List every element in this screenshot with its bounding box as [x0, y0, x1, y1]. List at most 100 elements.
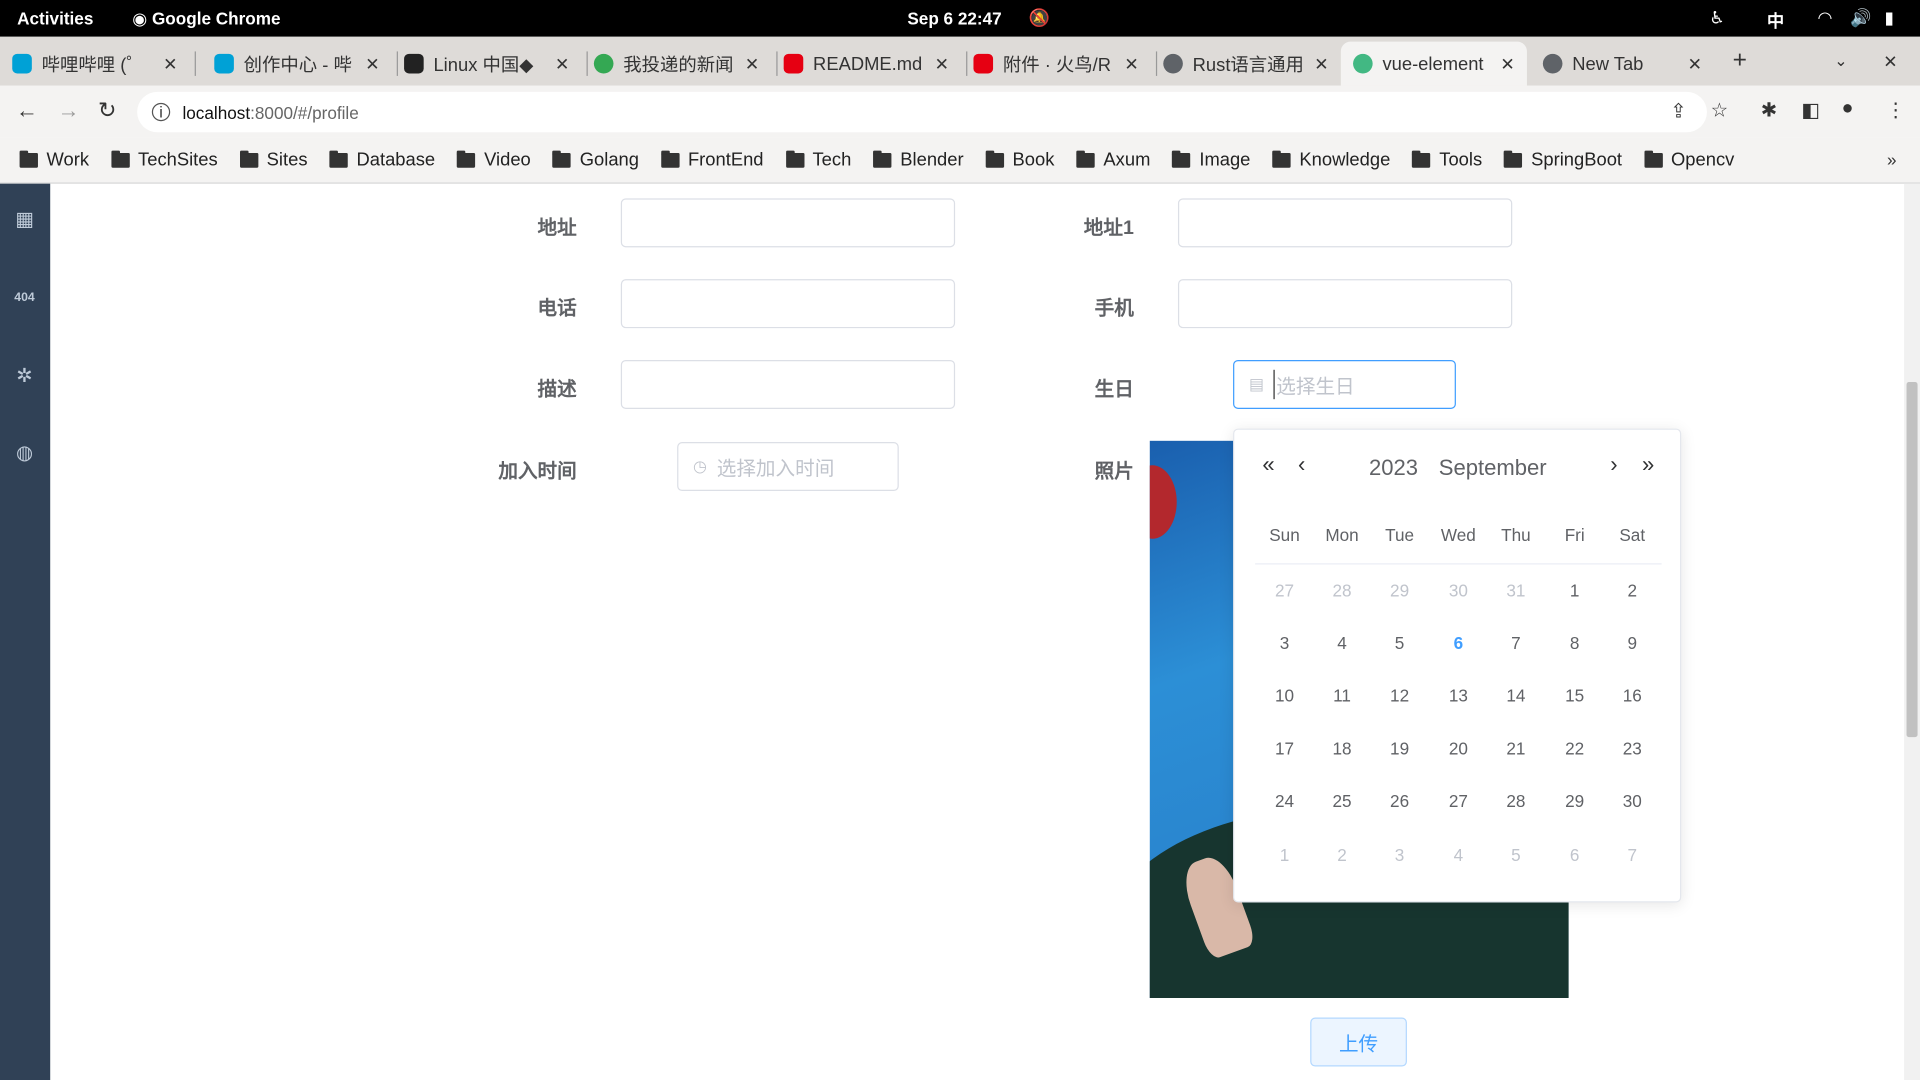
birthday-date-picker[interactable]: ▤ 选择生日 [1233, 360, 1456, 409]
calendar-day[interactable]: 31 [1488, 580, 1544, 600]
close-tab-icon[interactable]: ✕ [365, 53, 379, 74]
calendar-day[interactable]: 28 [1314, 580, 1370, 600]
address-bar[interactable]: i localhost:8000/#/profile [137, 91, 1707, 133]
tab[interactable]: 哔哩哔哩 (゜ ✕ [0, 42, 190, 86]
calendar-day[interactable]: 2 [1604, 580, 1660, 600]
scrollbar-thumb[interactable] [1906, 382, 1918, 738]
calendar-day[interactable]: 27 [1256, 580, 1312, 600]
dashboard-icon[interactable]: ▦ [13, 209, 35, 231]
mobile-input[interactable] [1177, 279, 1513, 329]
calendar-day[interactable]: 1 [1547, 580, 1603, 600]
bookmark-folder[interactable]: Work [19, 149, 89, 170]
next-month-icon[interactable]: › [1602, 452, 1626, 478]
profile-avatar-icon[interactable]: ● [1842, 98, 1854, 120]
bookmark-folder[interactable]: TechSites [111, 149, 218, 170]
calendar-day[interactable]: 19 [1371, 738, 1427, 758]
bookmark-folder[interactable]: Golang [552, 149, 639, 170]
calendar-day[interactable]: 28 [1488, 791, 1544, 811]
bookmark-folder[interactable]: Image [1172, 149, 1250, 170]
calendar-day[interactable]: 27 [1430, 791, 1486, 811]
calendar-day[interactable]: 18 [1314, 738, 1370, 758]
tab[interactable]: 我投递的新闻 ✕ [582, 42, 772, 86]
side-panel-icon[interactable]: ◧ [1801, 98, 1820, 122]
calendar-month[interactable]: September [1439, 456, 1547, 482]
calendar-year[interactable]: 2023 [1369, 456, 1418, 482]
description-input[interactable] [620, 360, 956, 409]
calendar-day[interactable]: 14 [1488, 686, 1544, 706]
bug-icon[interactable]: ✲ [13, 366, 35, 388]
bookmark-folder[interactable]: Video [457, 149, 531, 170]
calendar-day[interactable]: 25 [1314, 791, 1370, 811]
battery-icon[interactable]: ▮ [1884, 7, 1893, 28]
next-year-icon[interactable]: » [1636, 452, 1660, 478]
calendar-day[interactable]: 1 [1256, 845, 1312, 865]
calendar-day[interactable]: 23 [1604, 738, 1660, 758]
calendar-day-today[interactable]: 6 [1430, 633, 1486, 653]
calendar-day[interactable]: 30 [1604, 791, 1660, 811]
calendar-day[interactable]: 13 [1430, 686, 1486, 706]
tab[interactable]: New Tab ✕ [1531, 42, 1715, 86]
close-tab-icon[interactable]: ✕ [935, 53, 949, 74]
bookmark-folder[interactable]: Opencv [1644, 149, 1734, 170]
bookmark-star-icon[interactable]: ☆ [1711, 98, 1729, 122]
calendar-day[interactable]: 7 [1604, 845, 1660, 865]
calendar-day[interactable]: 5 [1371, 633, 1427, 653]
bookmark-folder[interactable]: Database [329, 149, 435, 170]
calendar-day[interactable]: 24 [1256, 791, 1312, 811]
forward-icon[interactable]: → [58, 98, 80, 124]
input-method[interactable]: 中 [1767, 9, 1784, 33]
calendar-day[interactable]: 3 [1371, 845, 1427, 865]
calendar-day[interactable]: 9 [1604, 633, 1660, 653]
calendar-day[interactable]: 22 [1547, 738, 1603, 758]
calendar-day[interactable]: 12 [1371, 686, 1427, 706]
calendar-day[interactable]: 20 [1430, 738, 1486, 758]
calendar-day[interactable]: 7 [1488, 633, 1544, 653]
close-tab-icon[interactable]: ✕ [1314, 53, 1328, 74]
close-tab-icon[interactable]: ✕ [163, 53, 177, 74]
bookmark-folder[interactable]: Axum [1076, 149, 1150, 170]
tab[interactable]: vue-element ✕ [1340, 41, 1527, 86]
404-icon[interactable]: 404 [13, 288, 35, 310]
phone-input[interactable] [620, 279, 956, 329]
tab[interactable]: Rust语言通用 ✕ [1151, 42, 1341, 86]
calendar-day[interactable]: 30 [1430, 580, 1486, 600]
tab[interactable]: 附件 · 火鸟/R ✕ [961, 42, 1151, 86]
app-menu[interactable]: ◉ Google Chrome [132, 9, 280, 30]
calendar-day[interactable]: 11 [1314, 686, 1370, 706]
calendar-day[interactable]: 6 [1547, 845, 1603, 865]
calendar-day[interactable]: 4 [1314, 633, 1370, 653]
bookmark-folder[interactable]: FrontEnd [661, 149, 764, 170]
page-scrollbar[interactable] [1904, 183, 1920, 1080]
bookmark-folder[interactable]: Tech [785, 149, 851, 170]
tab-search-icon[interactable]: ⌄ [1834, 51, 1847, 71]
bookmark-folder[interactable]: Book [985, 149, 1054, 170]
prev-month-icon[interactable]: ‹ [1289, 452, 1313, 478]
tab[interactable]: README.md ✕ [771, 42, 961, 86]
back-icon[interactable]: ← [16, 98, 38, 124]
bookmark-folder[interactable]: SpringBoot [1504, 149, 1622, 170]
close-tab-icon[interactable]: ✕ [555, 53, 569, 74]
tab[interactable]: 创作中心 - 哔 ✕ [202, 42, 392, 86]
activities-button[interactable]: Activities [17, 9, 93, 29]
clock[interactable]: Sep 6 22:47 [907, 9, 1001, 29]
calendar-day[interactable]: 10 [1256, 686, 1312, 706]
calendar-day[interactable]: 17 [1256, 738, 1312, 758]
calendar-day[interactable]: 26 [1371, 791, 1427, 811]
reload-icon[interactable]: ↻ [98, 98, 116, 124]
calendar-day[interactable]: 2 [1314, 845, 1370, 865]
site-info-icon[interactable]: i [151, 102, 171, 122]
calendar-day[interactable]: 29 [1547, 791, 1603, 811]
globe-icon[interactable]: ◍ [13, 443, 35, 465]
tab[interactable]: Linux 中国◆ ✕ [392, 42, 582, 86]
share-icon[interactable]: ⇪ [1670, 99, 1686, 123]
new-tab-icon[interactable]: + [1733, 47, 1747, 75]
extensions-icon[interactable]: ✱ [1761, 98, 1777, 122]
bookmark-folder[interactable]: Blender [873, 149, 964, 170]
bookmark-folder[interactable]: Sites [239, 149, 308, 170]
calendar-day[interactable]: 3 [1256, 633, 1312, 653]
more-bookmarks-icon[interactable]: » [1887, 149, 1897, 169]
volume-icon[interactable]: 🔊 [1850, 7, 1871, 28]
wifi-icon[interactable]: ◠ [1818, 7, 1831, 28]
upload-button[interactable]: 上传 [1310, 1017, 1407, 1067]
calendar-day[interactable]: 16 [1604, 686, 1660, 706]
